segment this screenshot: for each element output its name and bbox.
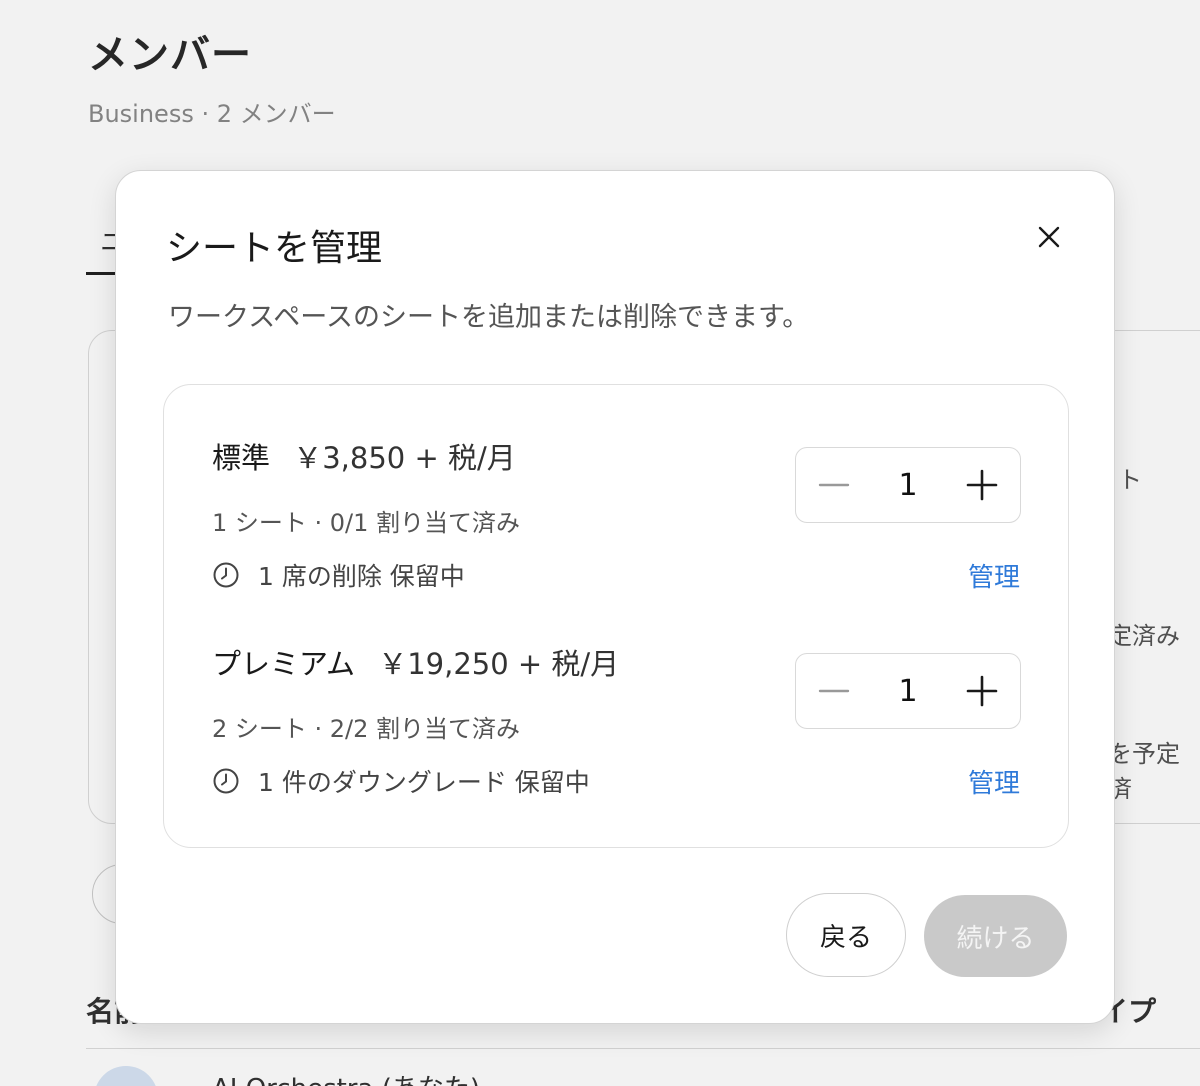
increment-button[interactable]	[944, 447, 1020, 523]
plan-premium: プレミアム ￥19,250 + 税/月 2 シート · 2/2 割り当て済み 1…	[212, 641, 1032, 831]
manage-link[interactable]: 管理	[968, 763, 1020, 800]
seat-quantity-stepper: 1	[795, 653, 1021, 729]
plan-price: ￥3,850 + 税/月	[293, 441, 516, 475]
plan-pending-status: 1 件のダウングレード 保留中	[212, 763, 590, 799]
increment-button[interactable]	[944, 653, 1020, 729]
plan-seat-summary: 2 シート · 2/2 割り当て済み	[212, 715, 521, 743]
plan-pending-status: 1 席の削除 保留中	[212, 557, 465, 593]
dialog-description: ワークスペースのシートを追加または削除できます。	[168, 302, 810, 333]
plan-standard: 標準 ￥3,850 + 税/月 1 シート · 0/1 割り当て済み 1 席の削…	[212, 435, 1032, 625]
plan-header: プレミアム ￥19,250 + 税/月	[212, 641, 619, 683]
plan-seat-summary: 1 シート · 0/1 割り当て済み	[212, 509, 521, 537]
plan-header: 標準 ￥3,850 + 税/月	[212, 435, 516, 477]
pending-text: 1 件のダウングレード 保留中	[258, 768, 590, 797]
seat-quantity-value: 1	[898, 467, 918, 503]
manage-seats-dialog: シートを管理 ワークスペースのシートを追加または削除できます。 標準 ￥3,85…	[115, 170, 1115, 1024]
clock-icon	[212, 767, 240, 795]
plan-price: ￥19,250 + 税/月	[378, 647, 620, 681]
back-button[interactable]: 戻る	[786, 893, 906, 977]
plan-name: プレミアム	[212, 647, 355, 681]
pending-text: 1 席の削除 保留中	[258, 562, 465, 591]
decrement-button[interactable]	[796, 447, 872, 523]
dialog-title: シートを管理	[166, 228, 383, 269]
decrement-button[interactable]	[796, 653, 872, 729]
close-icon[interactable]	[1029, 217, 1069, 257]
continue-button[interactable]: 続ける	[924, 895, 1067, 977]
clock-icon	[212, 561, 240, 589]
seat-plans-card: 標準 ￥3,850 + 税/月 1 シート · 0/1 割り当て済み 1 席の削…	[163, 384, 1069, 848]
manage-link[interactable]: 管理	[968, 557, 1020, 594]
plan-name: 標準	[212, 441, 271, 475]
seat-quantity-value: 1	[898, 673, 918, 709]
seat-quantity-stepper: 1	[795, 447, 1021, 523]
